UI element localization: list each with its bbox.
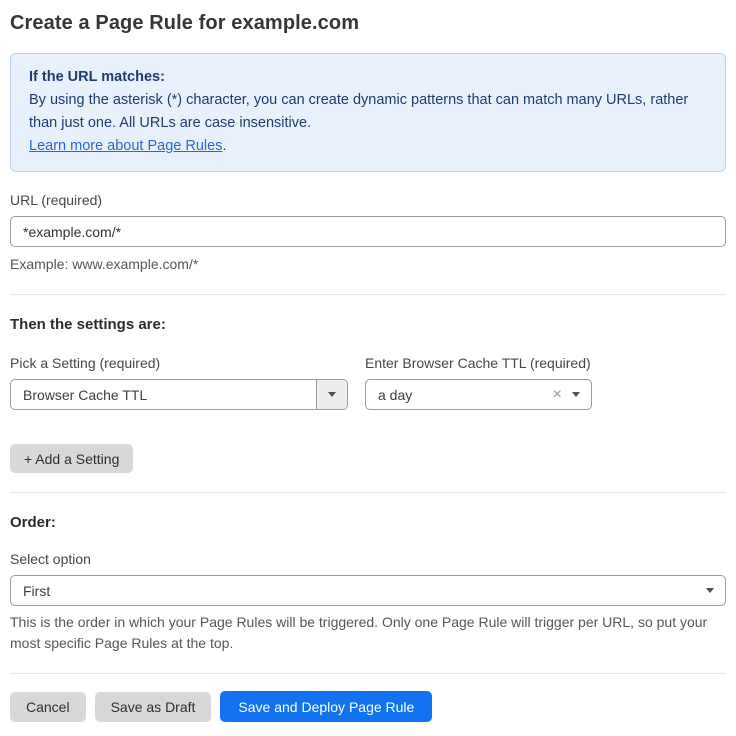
info-box-heading: If the URL matches: [29,66,707,89]
page-title: Create a Page Rule for example.com [10,12,726,35]
order-select-value: First [11,583,706,599]
url-label: URL (required) [10,192,726,208]
save-and-deploy-button[interactable]: Save and Deploy Page Rule [220,691,432,722]
info-box-link-line: Learn more about Page Rules. [29,135,707,158]
url-matches-info-box: If the URL matches: By using the asteris… [10,53,726,172]
order-select[interactable]: First [10,575,726,606]
url-input[interactable] [10,216,726,247]
divider [10,294,726,295]
link-suffix: . [222,138,226,154]
browser-cache-ttl-value: a day [366,387,553,403]
info-box-body: By using the asterisk (*) character, you… [29,89,707,135]
order-helper-text: This is the order in which your Page Rul… [10,612,726,654]
chevron-down-icon [572,392,580,397]
caret-container [706,588,725,593]
order-section-heading: Order: [10,514,726,531]
browser-cache-ttl-field: Enter Browser Cache TTL (required) a day… [365,335,592,410]
add-setting-button[interactable]: + Add a Setting [10,444,133,473]
divider [10,492,726,493]
action-buttons: Cancel Save as Draft Save and Deploy Pag… [10,691,726,722]
divider [10,673,726,674]
clear-selection-icon[interactable]: × [553,387,572,403]
cancel-button[interactable]: Cancel [10,692,86,722]
create-page-rule-panel: Create a Page Rule for example.com If th… [0,0,736,736]
browser-cache-ttl-select[interactable]: a day × [365,379,592,410]
settings-row: Pick a Setting (required) Browser Cache … [10,335,726,410]
save-as-draft-button[interactable]: Save as Draft [95,692,212,722]
caret-container [572,392,591,397]
pick-setting-label: Pick a Setting (required) [10,355,348,371]
pick-setting-select[interactable]: Browser Cache TTL [10,379,348,410]
browser-cache-ttl-label: Enter Browser Cache TTL (required) [365,355,592,371]
url-example-helper: Example: www.example.com/* [10,254,726,275]
chevron-down-icon [706,588,714,593]
pick-setting-field: Pick a Setting (required) Browser Cache … [10,335,348,410]
order-label: Select option [10,551,726,567]
learn-more-page-rules-link[interactable]: Learn more about Page Rules [29,138,222,154]
pick-setting-value: Browser Cache TTL [11,387,316,403]
settings-section-heading: Then the settings are: [10,316,726,333]
chevron-down-icon [328,392,336,397]
dropdown-arrow-cell[interactable] [316,380,347,409]
